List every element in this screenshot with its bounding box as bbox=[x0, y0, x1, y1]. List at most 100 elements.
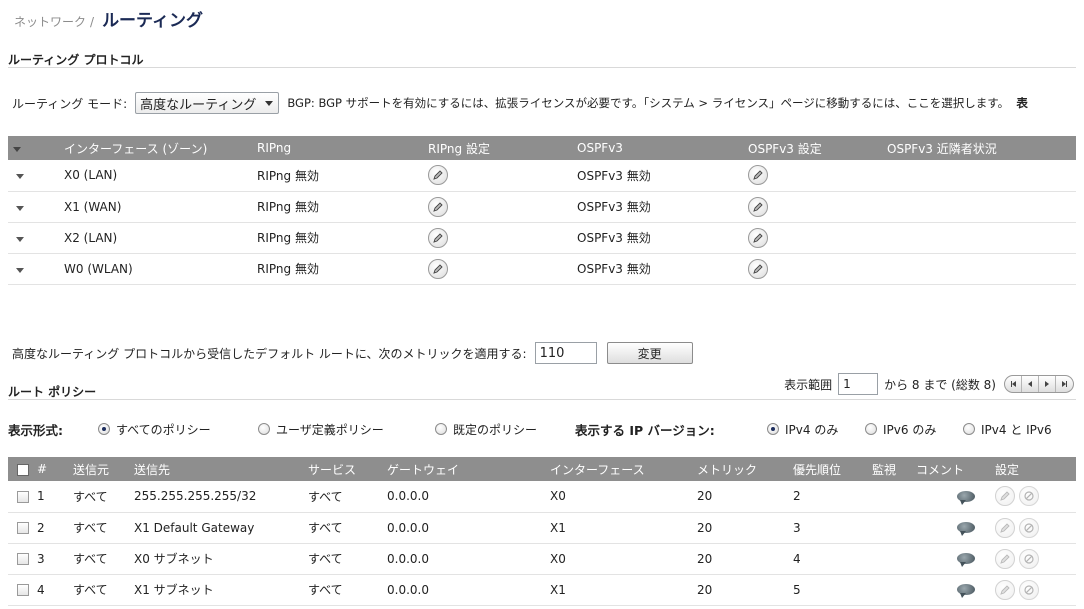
col-comment[interactable]: コメント bbox=[912, 457, 991, 481]
radio-default-policies[interactable]: 既定のポリシー bbox=[435, 418, 537, 440]
cell-probe bbox=[868, 481, 912, 513]
ripng-status: RIPng 無効 bbox=[253, 253, 424, 285]
expand-arrow-icon[interactable] bbox=[16, 205, 24, 211]
routing-mode-row: ルーティング モード: 高度なルーティング BGP: BGP サポートを有効にす… bbox=[12, 91, 1084, 115]
radio-button[interactable] bbox=[865, 423, 877, 435]
col-service[interactable]: サービス bbox=[304, 457, 383, 481]
policy-edit-button[interactable] bbox=[995, 517, 1015, 538]
table-row: 3 すべて X0 サブネット すべて 0.0.0.0 X0 20 4 bbox=[8, 543, 1076, 575]
delete-circle-icon bbox=[1024, 584, 1034, 595]
ripng-edit-button[interactable] bbox=[428, 258, 448, 279]
change-metric-button[interactable]: 変更 bbox=[606, 342, 693, 364]
radio-button-checked[interactable] bbox=[767, 423, 779, 435]
cell-destination: 255.255.255.255/32 bbox=[130, 481, 304, 513]
ospfv3-edit-button[interactable] bbox=[748, 227, 768, 248]
select-all-checkbox[interactable] bbox=[17, 463, 29, 476]
routing-mode-select[interactable]: 高度なルーティング bbox=[135, 92, 280, 114]
radio-label: 既定のポリシー bbox=[453, 422, 538, 437]
table-row: 4 すべて X1 サブネット すべて 0.0.0.0 X1 20 5 bbox=[8, 574, 1076, 606]
radio-ipv4-ipv6[interactable]: IPv4 と IPv6 bbox=[963, 418, 1052, 440]
policy-edit-button[interactable] bbox=[995, 486, 1015, 507]
col-priority[interactable]: 優先順位 bbox=[789, 457, 868, 481]
radio-user-policies[interactable]: ユーザ定義ポリシー bbox=[258, 418, 384, 440]
policy-delete-button[interactable] bbox=[1019, 579, 1039, 600]
ripng-edit-button[interactable] bbox=[428, 165, 448, 186]
cell-priority: 5 bbox=[789, 574, 868, 606]
comment-bubble-icon[interactable] bbox=[957, 553, 975, 567]
col-destination[interactable]: 送信先 bbox=[130, 457, 304, 481]
col-ospfv3-settings[interactable]: OSPFv3 設定 bbox=[744, 136, 883, 160]
expand-arrow-icon[interactable] bbox=[16, 236, 24, 242]
expand-arrow-icon[interactable] bbox=[16, 174, 24, 180]
comment-bubble-icon[interactable] bbox=[957, 490, 975, 505]
col-interface[interactable]: インターフェース bbox=[546, 457, 693, 481]
expand-all-icon[interactable] bbox=[13, 147, 21, 152]
col-ripng[interactable]: RIPng bbox=[253, 136, 424, 160]
section-divider bbox=[8, 399, 1076, 400]
pencil-edit-icon bbox=[1000, 522, 1010, 533]
default-metric-input[interactable] bbox=[534, 342, 597, 364]
prev-page-button[interactable] bbox=[1022, 376, 1039, 392]
comment-bubble-icon[interactable] bbox=[957, 584, 975, 598]
cell-service: すべて bbox=[304, 481, 383, 513]
cell-interface: X0 bbox=[546, 543, 693, 575]
ospfv3-edit-button[interactable] bbox=[748, 258, 768, 279]
col-ospfv3[interactable]: OSPFv3 bbox=[573, 136, 744, 160]
breadcrumb-parent[interactable]: ネットワーク bbox=[14, 13, 86, 30]
col-interface[interactable]: インターフェース (ゾーン) bbox=[60, 136, 253, 160]
col-ripng-settings[interactable]: RIPng 設定 bbox=[424, 136, 573, 160]
ospfv3-edit-button[interactable] bbox=[748, 196, 768, 217]
policy-edit-button[interactable] bbox=[995, 548, 1015, 569]
policy-edit-button[interactable] bbox=[995, 579, 1015, 600]
delete-circle-icon bbox=[1024, 522, 1034, 533]
interface-table: インターフェース (ゾーン) RIPng RIPng 設定 OSPFv3 OSP… bbox=[8, 136, 1076, 285]
row-number: 3 bbox=[37, 551, 45, 566]
ripng-edit-button[interactable] bbox=[428, 227, 448, 248]
radio-ipv6-only[interactable]: IPv6 のみ bbox=[865, 418, 936, 440]
next-page-icon bbox=[1045, 381, 1049, 387]
ripng-edit-button[interactable] bbox=[428, 196, 448, 217]
radio-all-policies[interactable]: すべてのポリシー bbox=[98, 418, 211, 440]
cell-metric: 20 bbox=[693, 512, 789, 544]
route-policy-section-title: ルート ポリシー bbox=[8, 385, 97, 399]
bgp-license-note: BGP: BGP サポートを有効にするには、拡張ライセンスが必要です。「システム… bbox=[287, 95, 1028, 111]
row-checkbox[interactable] bbox=[17, 522, 29, 534]
cell-destination: X1 Default Gateway bbox=[130, 512, 304, 544]
cell-interface: X1 bbox=[546, 574, 693, 606]
policy-delete-button[interactable] bbox=[1019, 517, 1039, 538]
col-metric[interactable]: メトリック bbox=[693, 457, 789, 481]
range-start-input[interactable] bbox=[838, 373, 879, 395]
col-probe[interactable]: 監視 bbox=[868, 457, 912, 481]
pager-controls bbox=[1004, 375, 1074, 393]
radio-button[interactable] bbox=[435, 423, 447, 435]
col-gateway[interactable]: ゲートウェイ bbox=[383, 457, 546, 481]
radio-button[interactable] bbox=[258, 423, 270, 435]
row-checkbox[interactable] bbox=[17, 553, 29, 565]
radio-button-checked[interactable] bbox=[98, 423, 110, 435]
col-source[interactable]: 送信元 bbox=[69, 457, 130, 481]
bgp-note-text: BGP: BGP サポートを有効にするには、拡張ライセンスが必要です。「システム… bbox=[287, 96, 907, 110]
policy-delete-button[interactable] bbox=[1019, 548, 1039, 569]
ospfv3-status: OSPFv3 無効 bbox=[573, 222, 744, 254]
expand-arrow-icon[interactable] bbox=[16, 267, 24, 273]
cell-destination: X0 サブネット bbox=[130, 543, 304, 575]
last-page-button[interactable] bbox=[1056, 376, 1073, 392]
radio-ipv4-only[interactable]: IPv4 のみ bbox=[767, 418, 838, 440]
table-row: 1 すべて 255.255.255.255/32 すべて 0.0.0.0 X0 … bbox=[8, 481, 1076, 513]
license-page-link[interactable]: ここを選択します。 bbox=[907, 96, 1009, 110]
ospfv3-edit-button[interactable] bbox=[748, 165, 768, 186]
col-ospfv3-neighbor[interactable]: OSPFv3 近隣者状況 bbox=[883, 136, 1076, 160]
radio-button[interactable] bbox=[963, 423, 975, 435]
row-checkbox[interactable] bbox=[17, 490, 29, 503]
col-configure[interactable]: 設定 bbox=[991, 457, 1076, 481]
row-checkbox[interactable] bbox=[17, 584, 29, 596]
next-page-button[interactable] bbox=[1039, 376, 1056, 392]
first-page-button[interactable] bbox=[1005, 376, 1022, 392]
comment-bubble-icon[interactable] bbox=[957, 522, 975, 536]
radio-label: IPv4 と IPv6 bbox=[981, 422, 1052, 437]
interface-name: X1 (WAN) bbox=[60, 191, 253, 223]
cell-interface: X1 bbox=[546, 512, 693, 544]
policy-filter-row: 表示形式: すべてのポリシー ユーザ定義ポリシー 既定のポリシー 表示する IP… bbox=[8, 418, 1078, 440]
ripng-status: RIPng 無効 bbox=[253, 222, 424, 254]
policy-delete-button[interactable] bbox=[1019, 486, 1039, 507]
